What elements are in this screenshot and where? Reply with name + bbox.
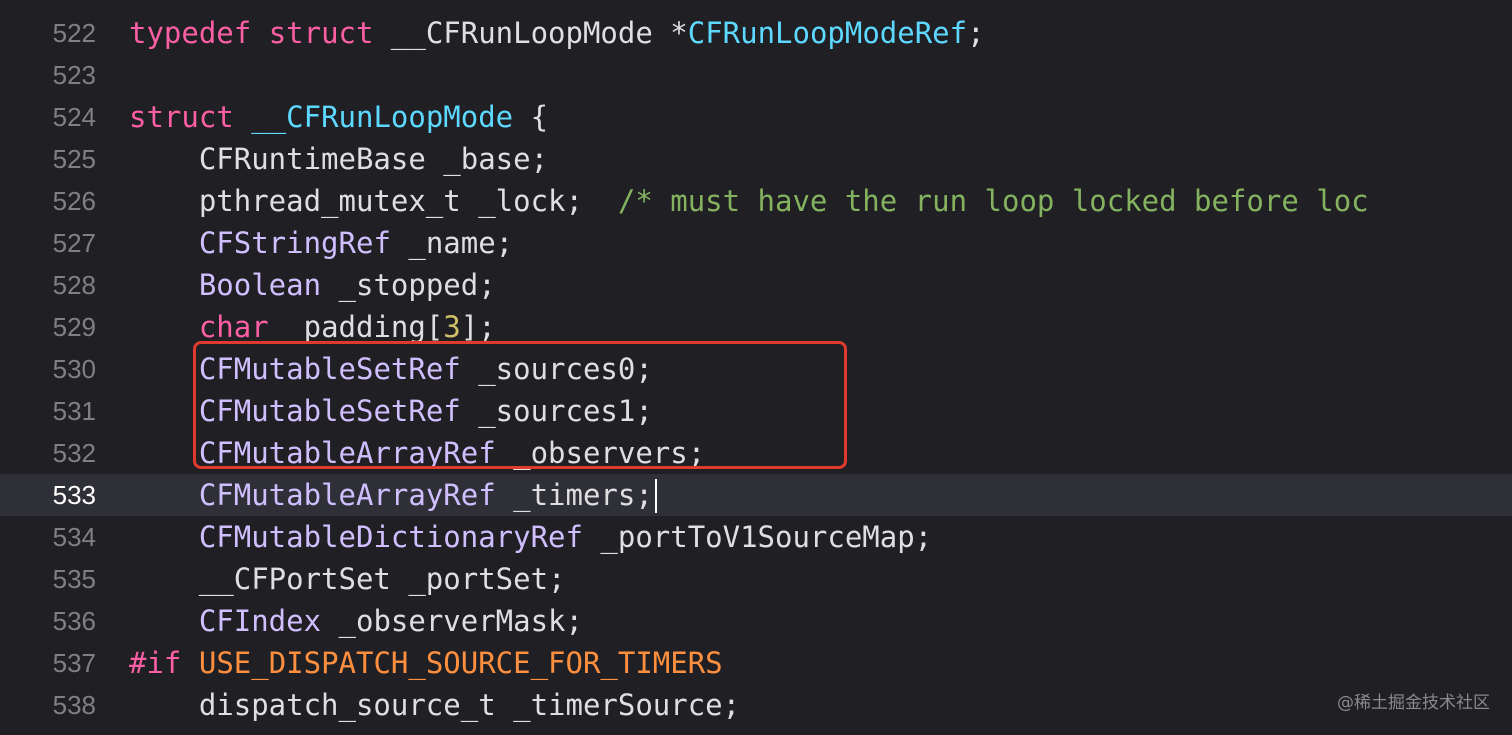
code-text[interactable]: CFMutableDictionaryRef _portToV1SourceMa…: [129, 516, 932, 558]
code-line-523[interactable]: 523: [0, 54, 1512, 96]
keyword-token: char: [198, 310, 269, 344]
code-text[interactable]: dispatch_source_t _timerSource;: [129, 684, 740, 726]
code-text[interactable]: CFStringRef _name;: [129, 222, 513, 264]
annotation-highlight-box: [193, 341, 847, 469]
type-declaration-token: __CFRunLoopMode: [251, 100, 514, 134]
code-line-528[interactable]: 528 Boolean _stopped;: [0, 264, 1512, 306]
code-editor[interactable]: 522 typedef struct __CFRunLoopMode *CFRu…: [0, 0, 1512, 735]
line-number: 527: [52, 228, 96, 258]
code-line-524[interactable]: 524 struct __CFRunLoopMode {: [0, 96, 1512, 138]
line-number: 534: [52, 522, 96, 552]
code-text[interactable]: Boolean _stopped;: [129, 264, 496, 306]
macro-token: USE_DISPATCH_SOURCE_FOR_TIMERS: [198, 646, 723, 680]
code-line-527[interactable]: 527 CFStringRef _name;: [0, 222, 1512, 264]
line-number: 522: [52, 18, 96, 48]
code-text[interactable]: CFMutableArrayRef _timers;: [129, 474, 657, 516]
code-line-535[interactable]: 535 __CFPortSet _portSet;: [0, 558, 1512, 600]
code-line-522[interactable]: 522 typedef struct __CFRunLoopMode *CFRu…: [0, 12, 1512, 54]
code-text[interactable]: __CFPortSet _portSet;: [129, 558, 566, 600]
line-number: 526: [52, 186, 96, 216]
line-number: 535: [52, 564, 96, 594]
code-line-538[interactable]: 538 dispatch_source_t _timerSource;: [0, 684, 1512, 726]
comment-token: /* must have the run loop locked before …: [617, 184, 1369, 218]
code-line-525[interactable]: 525 CFRuntimeBase _base;: [0, 138, 1512, 180]
line-number: 530: [52, 354, 96, 384]
code-text[interactable]: struct __CFRunLoopMode {: [129, 96, 548, 138]
type-token: Boolean: [198, 268, 322, 302]
type-token: CFMutableDictionaryRef: [198, 520, 583, 554]
line-number: 532: [52, 438, 96, 468]
current-line-number: 533: [52, 480, 96, 510]
preprocessor-directive: #if: [129, 646, 182, 680]
watermark: @稀土掘金技术社区: [1337, 693, 1490, 713]
line-number: 524: [52, 102, 96, 132]
keyword-token: struct: [129, 100, 234, 134]
type-token: CFMutableArrayRef: [198, 478, 496, 512]
code-line-536[interactable]: 536 CFIndex _observerMask;: [0, 600, 1512, 642]
code-line-526[interactable]: 526 pthread_mutex_t _lock; /* must have …: [0, 180, 1512, 222]
code-text[interactable]: #if USE_DISPATCH_SOURCE_FOR_TIMERS: [129, 642, 723, 684]
number-token: 3: [443, 310, 461, 344]
type-token: CFIndex: [198, 604, 322, 638]
text-cursor: [654, 479, 657, 513]
type-declaration-token: CFRunLoopModeRef: [687, 16, 968, 50]
code-text[interactable]: CFIndex _observerMask;: [129, 600, 583, 642]
code-line-534[interactable]: 534 CFMutableDictionaryRef _portToV1Sour…: [0, 516, 1512, 558]
line-number: 529: [52, 312, 96, 342]
line-number: 523: [52, 60, 96, 90]
code-text[interactable]: typedef struct __CFRunLoopMode *CFRunLoo…: [129, 12, 985, 54]
line-number: 538: [52, 690, 96, 720]
code-line-537[interactable]: 537 #if USE_DISPATCH_SOURCE_FOR_TIMERS: [0, 642, 1512, 684]
line-number: 531: [52, 396, 96, 426]
line-number: 528: [52, 270, 96, 300]
type-token: CFStringRef: [198, 226, 391, 260]
keyword-token: typedef: [129, 16, 252, 50]
current-line-highlight[interactable]: 533 CFMutableArrayRef _timers;: [0, 474, 1512, 516]
keyword-token: struct: [268, 16, 374, 50]
line-number: 536: [52, 606, 96, 636]
code-text[interactable]: CFRuntimeBase _base;: [129, 138, 548, 180]
line-number: 537: [52, 648, 96, 678]
line-number: 525: [52, 144, 96, 174]
code-text[interactable]: pthread_mutex_t _lock; /* must have the …: [129, 180, 1369, 222]
